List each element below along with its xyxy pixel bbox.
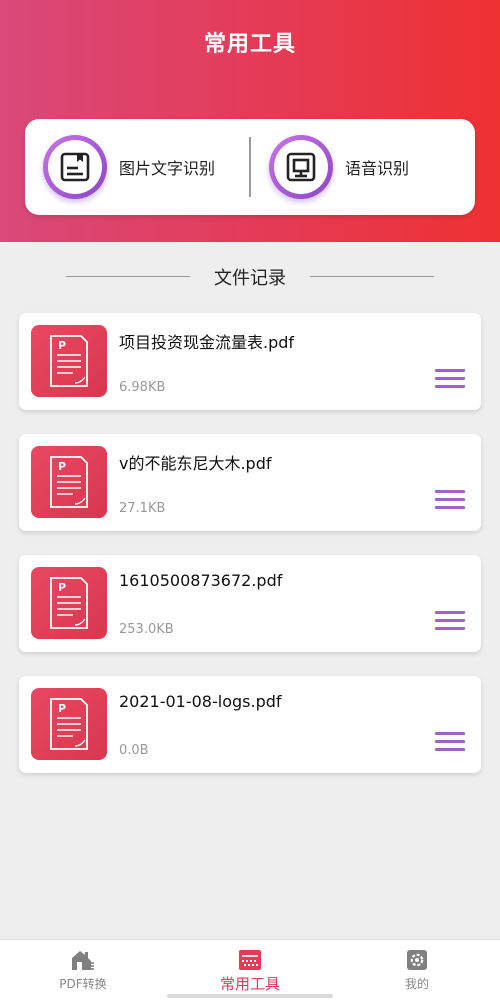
bottom-tab-bar: PDF转换 常用工具 我的 xyxy=(0,939,500,1000)
image-text-ocr-icon xyxy=(43,135,107,199)
pdf-file-icon: P xyxy=(31,567,107,639)
file-item[interactable]: P 项目投资现金流量表.pdf 6.98KB xyxy=(19,313,481,410)
file-size: 6.98KB xyxy=(119,380,166,395)
file-item[interactable]: P v的不能东尼大木.pdf 27.1KB xyxy=(19,434,481,531)
tools-icon xyxy=(238,949,262,971)
menu-icon xyxy=(435,732,465,735)
file-name: 项目投资现金流量表.pdf xyxy=(119,333,295,352)
file-menu-button[interactable] xyxy=(435,369,465,391)
svg-text:P: P xyxy=(58,702,66,715)
header: 常用工具 图片文字识别 语音识别 xyxy=(0,0,500,242)
file-size: 253.0KB xyxy=(119,622,174,637)
tools-divider xyxy=(249,137,251,197)
pdf-file-icon: P xyxy=(31,446,107,518)
file-size: 0.0B xyxy=(119,743,149,758)
home-indicator xyxy=(167,994,333,998)
tab-tools-label: 常用工具 xyxy=(219,975,280,993)
menu-icon xyxy=(435,611,465,614)
records-section-header: 文件记录 xyxy=(0,262,500,292)
divider-line-right xyxy=(310,276,434,277)
svg-text:P: P xyxy=(58,581,66,594)
gear-icon xyxy=(405,949,429,971)
menu-icon xyxy=(435,369,465,372)
pdf-convert-icon xyxy=(71,949,95,971)
file-name: v的不能东尼大木.pdf xyxy=(119,454,272,473)
speech-recognition-button[interactable]: 语音识别 xyxy=(269,119,469,215)
file-item[interactable]: P 1610500873672.pdf 253.0KB xyxy=(19,555,481,652)
speech-recognition-label: 语音识别 xyxy=(345,159,410,178)
file-menu-button[interactable] xyxy=(435,490,465,512)
tab-mine[interactable]: 我的 xyxy=(364,940,470,1000)
image-text-ocr-button[interactable]: 图片文字识别 xyxy=(43,119,248,215)
tools-card: 图片文字识别 语音识别 xyxy=(25,119,475,215)
svg-text:P: P xyxy=(58,460,66,473)
tab-pdf-convert-label: PDF转换 xyxy=(59,977,107,991)
file-name: 2021-01-08-logs.pdf xyxy=(119,692,282,711)
pdf-file-icon: P xyxy=(31,688,107,760)
tab-mine-label: 我的 xyxy=(404,977,429,991)
tab-pdf-convert[interactable]: PDF转换 xyxy=(30,940,136,1000)
tab-tools[interactable]: 常用工具 xyxy=(197,940,303,1000)
file-item[interactable]: P 2021-01-08-logs.pdf 0.0B xyxy=(19,676,481,773)
menu-icon xyxy=(435,490,465,493)
file-name: 1610500873672.pdf xyxy=(119,571,283,590)
page-title: 常用工具 xyxy=(203,32,296,57)
svg-text:P: P xyxy=(58,339,66,352)
file-size: 27.1KB xyxy=(119,501,166,516)
pdf-file-icon: P xyxy=(31,325,107,397)
speech-recognition-icon xyxy=(269,135,333,199)
file-menu-button[interactable] xyxy=(435,732,465,754)
records-title: 文件记录 xyxy=(214,268,286,289)
file-menu-button[interactable] xyxy=(435,611,465,633)
file-list: P 项目投资现金流量表.pdf 6.98KB P v的不能东尼大木.pdf 27… xyxy=(19,313,481,797)
image-text-ocr-label: 图片文字识别 xyxy=(119,159,216,178)
